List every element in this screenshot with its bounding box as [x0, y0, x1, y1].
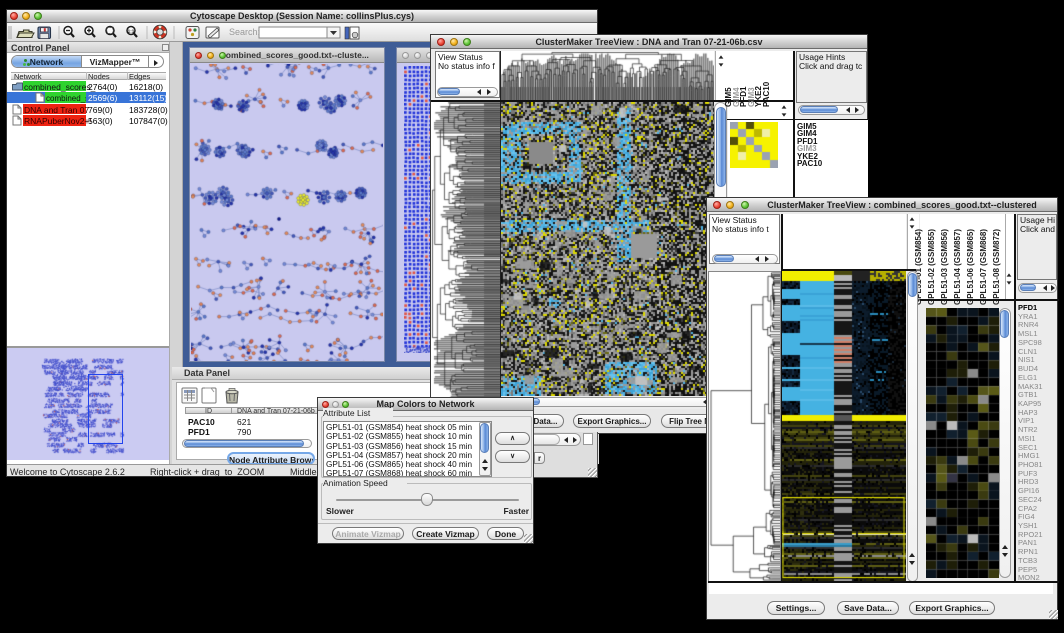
svg-text:1:1: 1:1 [128, 29, 135, 34]
svg-text:Search:: Search: [229, 27, 260, 37]
